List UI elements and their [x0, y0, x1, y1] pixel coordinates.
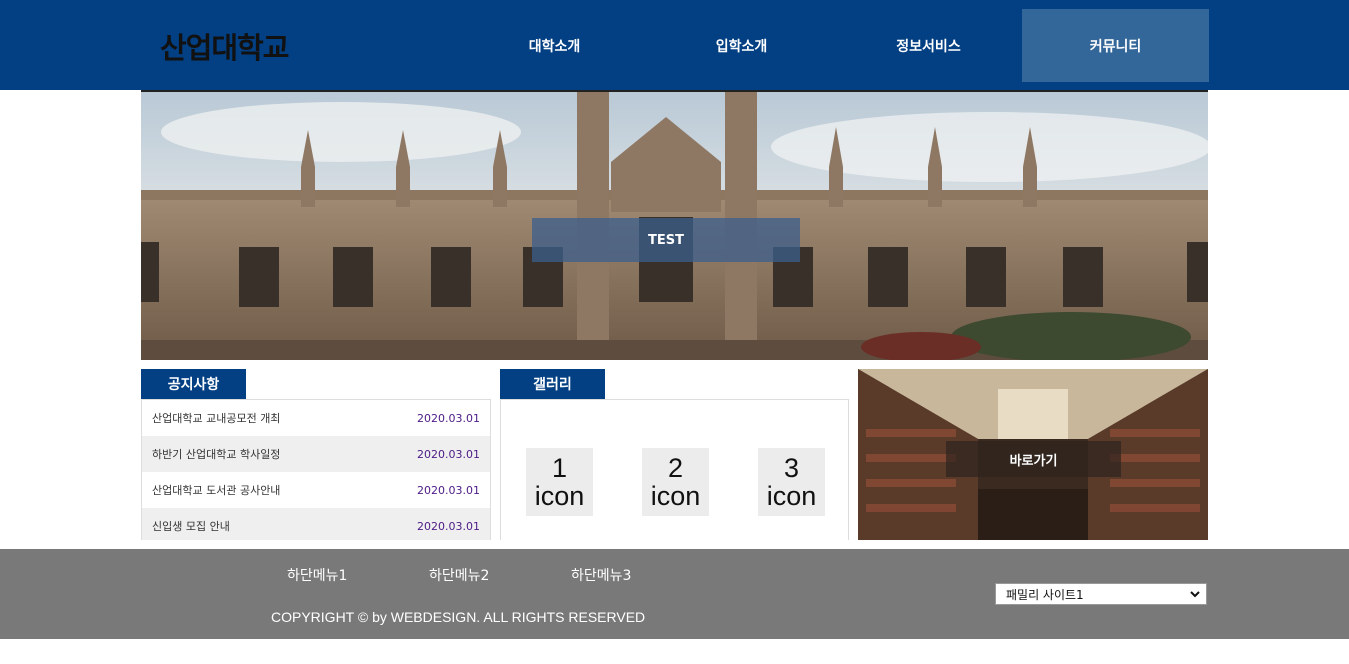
- notice-item-date: 2020.03.01: [417, 483, 480, 497]
- notice-item[interactable]: 산업대학교 교내공모전 개최 2020.03.01: [142, 400, 490, 436]
- gallery-item-label: icon: [766, 481, 817, 511]
- gallery-item-number: 3: [783, 453, 800, 483]
- nav-item-admission[interactable]: 입학소개: [648, 9, 835, 82]
- site-logo[interactable]: 산업대학교: [160, 25, 289, 67]
- notice-item-title[interactable]: 하반기 산업대학교 학사일정: [152, 446, 280, 462]
- gallery-item-label: icon: [650, 481, 701, 511]
- shortcut-label: 바로가기: [946, 441, 1121, 477]
- notice-item[interactable]: 산업대학교 도서관 공사안내 2020.03.01: [142, 472, 490, 508]
- gallery-item-number: 2: [667, 453, 684, 483]
- main-nav: 대학소개 입학소개 정보서비스 커뮤니티: [461, 9, 1209, 82]
- family-site-selected: 패밀리 사이트1: [1006, 587, 1084, 602]
- copyright-text: COPYRIGHT © by WEBDESIGN. ALL RIGHTS RES…: [271, 609, 646, 625]
- chevron-down-icon: [1190, 587, 1200, 601]
- gallery-panel: 1 icon 2 icon 3 icon: [500, 399, 849, 540]
- footer-menu-3[interactable]: 하단메뉴3: [571, 565, 631, 585]
- family-site-select[interactable]: 패밀리 사이트1: [995, 583, 1207, 605]
- nav-item-about[interactable]: 대학소개: [461, 9, 648, 82]
- notice-item-date: 2020.03.01: [417, 519, 480, 533]
- notice-item-date: 2020.03.01: [417, 411, 480, 425]
- hero-banner: TEST: [141, 92, 1208, 360]
- gallery-tab[interactable]: 갤러리: [500, 369, 605, 399]
- nav-item-info-service[interactable]: 정보서비스: [835, 9, 1022, 82]
- footer-menu-1[interactable]: 하단메뉴1: [287, 565, 347, 585]
- gallery-item-1[interactable]: 1 icon: [526, 448, 593, 516]
- site-footer: 하단메뉴1 하단메뉴2 하단메뉴3 COPYRIGHT © by WEBDESI…: [0, 549, 1349, 639]
- footer-menu-2[interactable]: 하단메뉴2: [429, 565, 489, 585]
- notice-item-title[interactable]: 산업대학교 교내공모전 개최: [152, 410, 280, 426]
- site-header: 산업대학교 대학소개 입학소개 정보서비스 커뮤니티: [0, 0, 1349, 90]
- gallery-item-label: icon: [534, 481, 585, 511]
- gallery-item-number: 1: [551, 453, 568, 483]
- hero-caption: TEST: [532, 218, 800, 262]
- shortcut-banner[interactable]: 바로가기: [858, 369, 1208, 540]
- notice-item-title[interactable]: 산업대학교 도서관 공사안내: [152, 482, 280, 498]
- notice-item[interactable]: 신입생 모집 안내 2020.03.01: [142, 508, 490, 540]
- notice-item-date: 2020.03.01: [417, 447, 480, 461]
- notice-item[interactable]: 하반기 산업대학교 학사일정 2020.03.01: [142, 436, 490, 472]
- gallery-item-3[interactable]: 3 icon: [758, 448, 825, 516]
- notice-item-title[interactable]: 신입생 모집 안내: [152, 518, 230, 534]
- notice-tab[interactable]: 공지사항: [141, 369, 246, 399]
- nav-item-community[interactable]: 커뮤니티: [1022, 9, 1209, 82]
- notice-list: 산업대학교 교내공모전 개최 2020.03.01 하반기 산업대학교 학사일정…: [141, 399, 491, 540]
- gallery-item-2[interactable]: 2 icon: [642, 448, 709, 516]
